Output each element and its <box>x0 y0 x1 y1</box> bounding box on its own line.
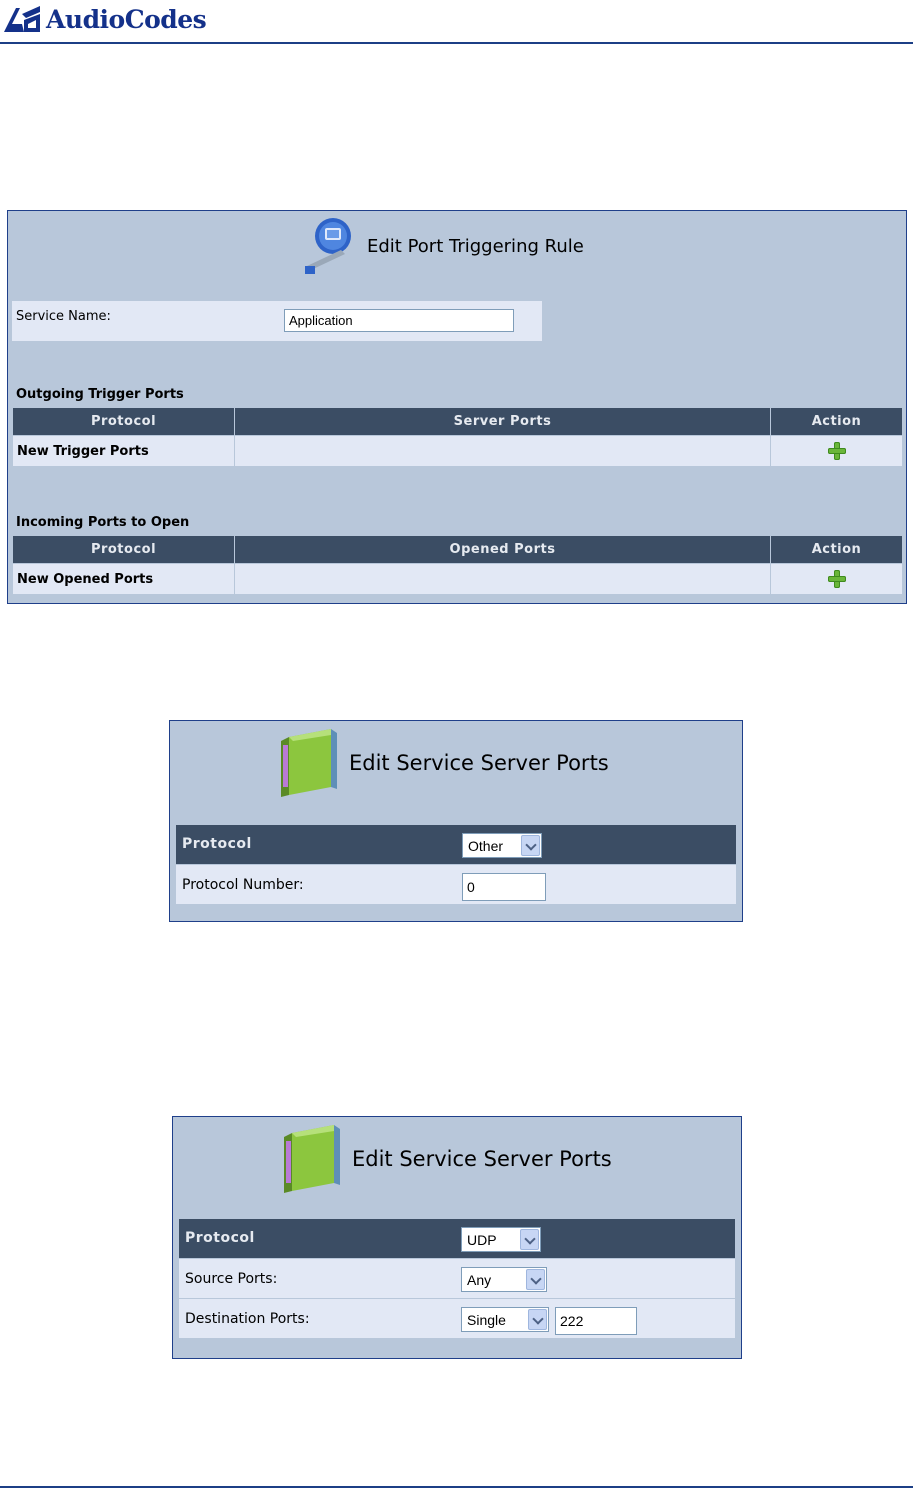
destination-ports-row: Destination Ports: Single 222 <box>179 1299 735 1339</box>
incoming-ports-table: Protocol Opened Ports Action New Opened … <box>12 535 903 595</box>
panel-title: Edit Service Server Ports <box>275 727 609 799</box>
protocol-row: Protocol Other <box>176 825 736 865</box>
new-opened-ports-link[interactable]: New Opened Ports <box>12 563 235 595</box>
action-cell <box>770 563 903 595</box>
protocol-select-value: UDP <box>467 1232 497 1248</box>
outgoing-section-title: Outgoing Trigger Ports <box>16 387 184 402</box>
column-protocol: Protocol <box>12 535 235 564</box>
edit-server-ports-other-panel: Edit Service Server Ports Protocol Other… <box>169 720 743 922</box>
column-protocol: Protocol <box>12 407 235 436</box>
edit-port-triggering-panel: Edit Port Triggering Rule Service Name: … <box>7 210 907 604</box>
source-ports-row: Source Ports: Any <box>179 1259 735 1299</box>
outgoing-trigger-ports-table: Protocol Server Ports Action New Trigger… <box>12 407 903 467</box>
action-cell <box>770 435 903 467</box>
protocol-select[interactable]: UDP <box>461 1227 541 1252</box>
column-action: Action <box>770 407 903 436</box>
document-header: AudioCodes <box>0 0 913 44</box>
protocol-row: Protocol UDP <box>179 1219 735 1259</box>
protocol-select-value: Other <box>468 838 504 854</box>
destination-ports-type-select[interactable]: Single <box>461 1307 549 1332</box>
network-globe-icon <box>305 218 351 274</box>
chevron-down-icon[interactable] <box>520 1229 539 1250</box>
brand-name: AudioCodes <box>46 4 207 34</box>
protocol-number-label: Protocol Number: <box>182 877 304 893</box>
incoming-section-title: Incoming Ports to Open <box>16 515 190 530</box>
form-rows: Protocol Other Protocol Number: 0 <box>176 825 736 905</box>
destination-ports-label: Destination Ports: <box>185 1311 310 1327</box>
new-trigger-ports-link[interactable]: New Trigger Ports <box>12 435 235 467</box>
table-row: New Trigger Ports <box>12 435 903 467</box>
chevron-down-icon[interactable] <box>526 1269 545 1290</box>
source-ports-select[interactable]: Any <box>461 1267 547 1292</box>
edit-server-ports-udp-panel: Edit Service Server Ports Protocol UDP S… <box>172 1116 742 1359</box>
opened-ports-cell <box>234 563 771 595</box>
protocol-label: Protocol <box>185 1230 255 1246</box>
chevron-down-icon[interactable] <box>528 1309 547 1330</box>
book-icon <box>281 729 337 797</box>
panel-title: Edit Port Triggering Rule <box>301 217 584 275</box>
protocol-label: Protocol <box>182 836 252 852</box>
column-server-ports: Server Ports <box>234 407 771 436</box>
chevron-down-icon[interactable] <box>521 835 540 856</box>
table-row: New Opened Ports <box>12 563 903 595</box>
column-action: Action <box>770 535 903 564</box>
protocol-select[interactable]: Other <box>462 833 542 858</box>
column-opened-ports: Opened Ports <box>234 535 771 564</box>
source-ports-label: Source Ports: <box>185 1271 278 1287</box>
audiocodes-logo-icon <box>4 6 40 32</box>
destination-ports-input[interactable]: 222 <box>555 1307 637 1335</box>
panel-title: Edit Service Server Ports <box>278 1123 612 1195</box>
service-name-row: Service Name: Application <box>12 301 542 341</box>
service-name-input[interactable]: Application <box>284 309 514 332</box>
protocol-number-row: Protocol Number: 0 <box>176 865 736 905</box>
add-opened-ports-plus-icon[interactable] <box>827 569 847 589</box>
audiocodes-logo: AudioCodes <box>2 2 207 36</box>
server-ports-cell <box>234 435 771 467</box>
add-trigger-ports-plus-icon[interactable] <box>827 441 847 461</box>
book-icon <box>284 1125 340 1193</box>
service-name-label: Service Name: <box>16 309 111 324</box>
form-rows: Protocol UDP Source Ports: Any Destinati… <box>179 1219 735 1339</box>
source-ports-select-value: Any <box>467 1272 492 1288</box>
destination-ports-type-value: Single <box>467 1312 506 1328</box>
protocol-number-input[interactable]: 0 <box>462 873 546 901</box>
footer-divider <box>0 1486 913 1488</box>
